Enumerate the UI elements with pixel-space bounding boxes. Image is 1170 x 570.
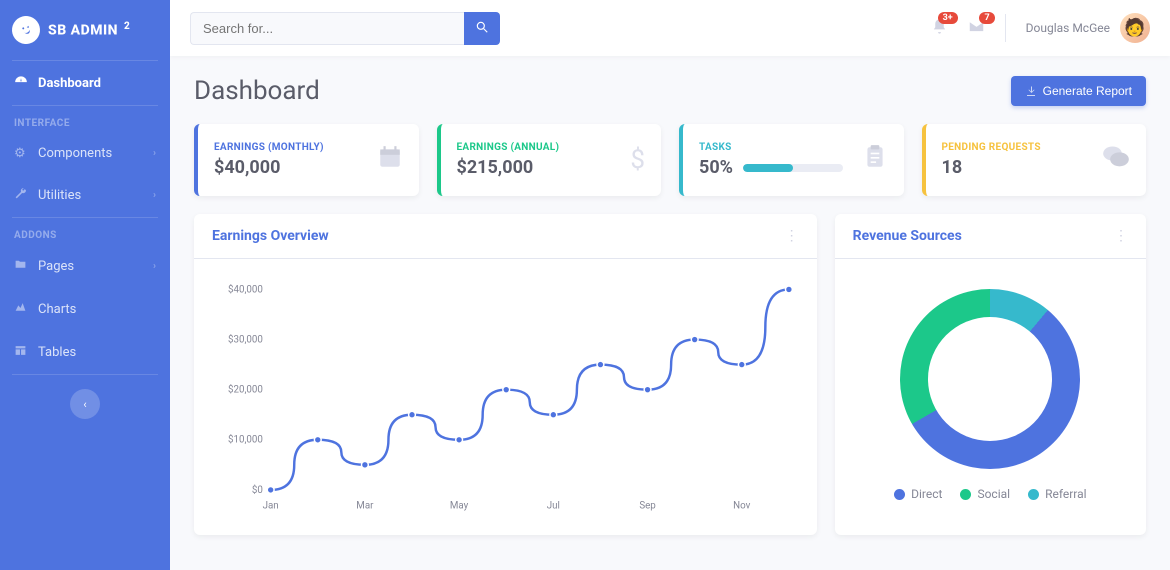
search-input[interactable] (190, 12, 464, 45)
username: Douglas McGee (1026, 21, 1110, 35)
panel-title: Revenue Sources (853, 228, 962, 244)
stat-card-tasks: TASKS 50% (679, 124, 904, 196)
avatar: 🧑 (1120, 13, 1150, 43)
legend-item-direct: Direct (894, 487, 942, 501)
brand-sup: 2 (124, 21, 130, 32)
stat-value: 50% (699, 157, 733, 178)
folder-icon (14, 258, 28, 275)
svg-text:Jul: Jul (547, 500, 560, 511)
messages-badge: 7 (979, 12, 994, 24)
page-title: Dashboard (194, 76, 320, 106)
comments-icon (1102, 143, 1130, 178)
sidebar-item-label: Components (38, 146, 112, 161)
stat-label: TASKS (699, 142, 862, 153)
sidebar-item-pages[interactable]: Pages › (0, 245, 170, 288)
dollar-icon: $ (630, 145, 645, 175)
legend: Direct Social Referral (894, 487, 1086, 501)
user-menu[interactable]: Douglas McGee 🧑 (1026, 13, 1150, 43)
sidebar-heading-interface: INTERFACE (0, 106, 170, 133)
stat-value: 18 (942, 157, 1041, 178)
legend-item-social: Social (960, 487, 1010, 501)
revenue-sources-panel: Revenue Sources ⋮ Direct Social Referral (835, 214, 1146, 535)
chevron-right-icon: › (153, 190, 156, 201)
svg-text:Jan: Jan (263, 500, 279, 511)
panel-menu-button[interactable]: ⋮ (1114, 228, 1128, 244)
calendar-icon (377, 144, 403, 177)
sidebar-heading-addons: ADDONS (0, 218, 170, 245)
sidebar-item-label: Tables (38, 345, 76, 360)
svg-text:$30,000: $30,000 (228, 334, 263, 345)
wrench-icon (14, 187, 28, 204)
panel-menu-button[interactable]: ⋮ (785, 228, 799, 244)
tachometer-icon (14, 74, 28, 92)
svg-text:$20,000: $20,000 (228, 385, 263, 396)
clipboard-icon (862, 144, 888, 177)
messages-button[interactable]: 7 (968, 18, 985, 39)
alerts-button[interactable]: 3+ (931, 18, 948, 39)
sidebar-toggle-button[interactable]: ‹ (70, 389, 100, 419)
earnings-line-chart: $0 $10,000 $20,000 $30,000 $40,000 Jan Mar May J… (212, 277, 799, 517)
svg-text:Nov: Nov (733, 500, 750, 511)
svg-text:May: May (450, 500, 469, 511)
svg-text:$0: $0 (252, 485, 263, 496)
stat-label: EARNINGS (ANNUAL) (457, 142, 560, 153)
chevron-right-icon: › (153, 261, 156, 272)
sidebar-item-utilities[interactable]: Utilities › (0, 174, 170, 217)
sidebar-item-label: Utilities (38, 188, 81, 203)
search-icon (475, 20, 489, 34)
generate-report-button[interactable]: Generate Report (1011, 76, 1146, 106)
svg-text:$40,000: $40,000 (228, 284, 263, 295)
legend-item-referral: Referral (1028, 487, 1087, 501)
revenue-donut-chart (900, 289, 1080, 469)
chevron-right-icon: › (153, 148, 156, 159)
progress-bar (743, 164, 843, 172)
sidebar: SB ADMIN 2 Dashboard INTERFACE ⚙ Compone… (0, 0, 170, 570)
sidebar-item-charts[interactable]: Charts (0, 288, 170, 331)
stat-card-earnings-monthly: EARNINGS (MONTHLY) $40,000 (194, 124, 419, 196)
brand-name: SB ADMIN (48, 23, 118, 39)
panel-title: Earnings Overview (212, 228, 329, 244)
sidebar-item-tables[interactable]: Tables (0, 331, 170, 374)
sidebar-item-label: Charts (38, 302, 76, 317)
svg-text:Mar: Mar (356, 500, 374, 511)
search-button[interactable] (464, 12, 500, 45)
chevron-left-icon: ‹ (83, 398, 86, 411)
search-form (190, 12, 500, 45)
topbar: 3+ 7 Douglas McGee 🧑 (170, 0, 1170, 56)
sidebar-item-label: Pages (38, 259, 74, 274)
download-icon (1025, 85, 1037, 97)
stat-label: PENDING REQUESTS (942, 142, 1041, 153)
chart-area-icon (14, 301, 28, 318)
stat-card-pending: PENDING REQUESTS 18 (922, 124, 1147, 196)
svg-text:$10,000: $10,000 (228, 435, 263, 446)
sidebar-item-components[interactable]: ⚙ Components › (0, 133, 170, 174)
earnings-overview-panel: Earnings Overview ⋮ $0 $10,000 $20,000 $30,… (194, 214, 817, 535)
stat-card-earnings-annual: EARNINGS (ANNUAL) $215,000 $ (437, 124, 662, 196)
brand-laugh-icon (9, 13, 43, 47)
alerts-badge: 3+ (938, 12, 958, 24)
stat-value: $215,000 (457, 157, 560, 178)
sidebar-item-label: Dashboard (38, 76, 101, 91)
brand[interactable]: SB ADMIN 2 (0, 0, 170, 60)
sidebar-item-dashboard[interactable]: Dashboard (0, 61, 170, 105)
cog-icon: ⚙ (14, 146, 28, 161)
table-icon (14, 344, 28, 361)
stat-label: EARNINGS (MONTHLY) (214, 142, 324, 153)
stat-value: $40,000 (214, 157, 324, 178)
svg-text:Sep: Sep (639, 500, 656, 511)
